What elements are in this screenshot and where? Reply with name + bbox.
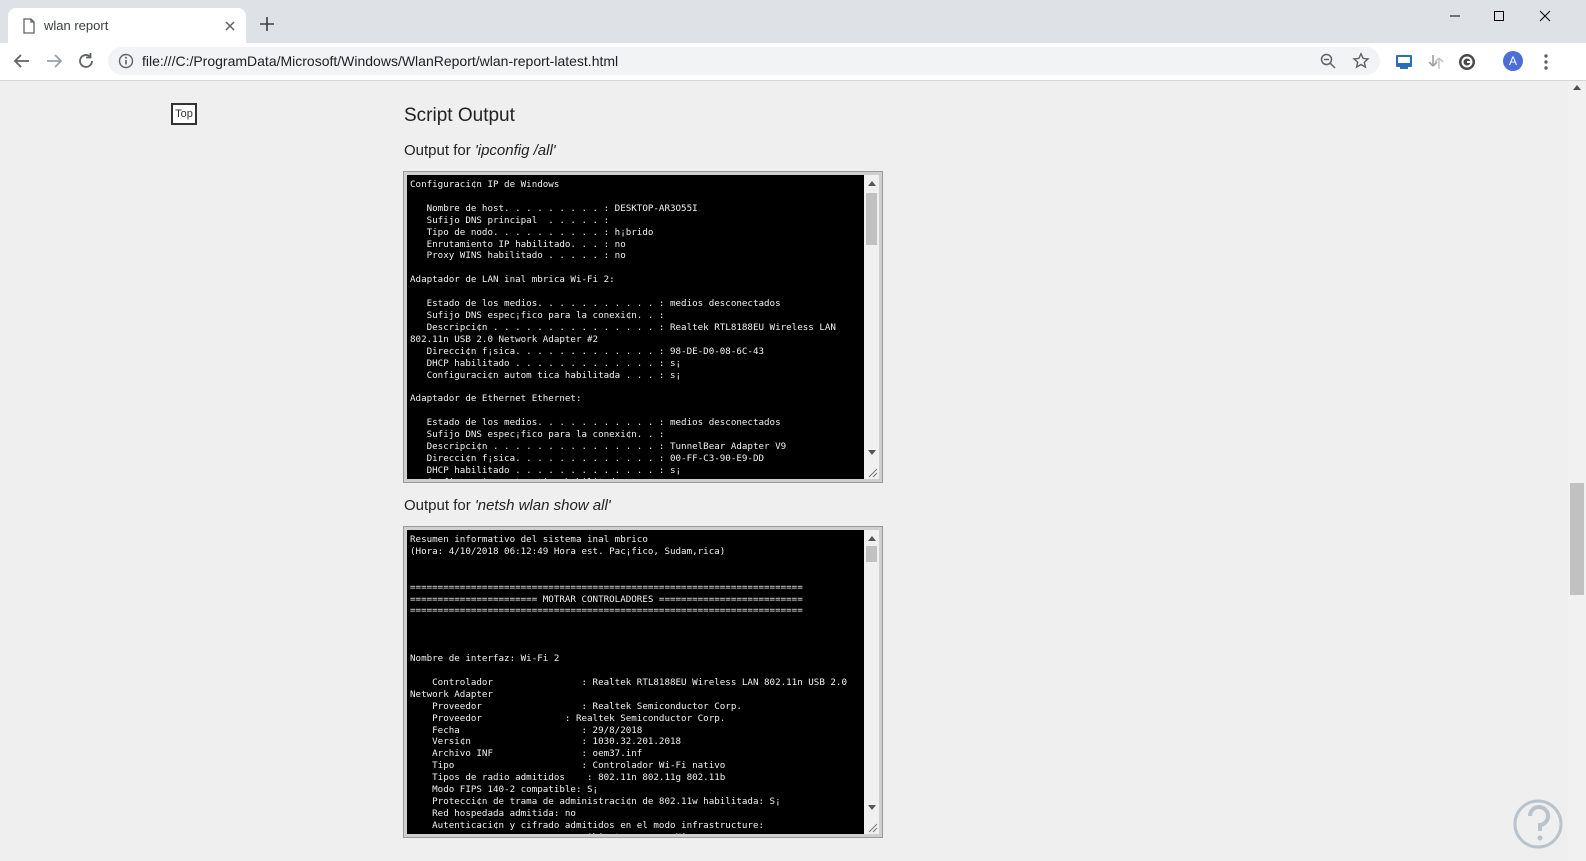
close-window-button[interactable] bbox=[1522, 0, 1568, 32]
tab-title: wlan report bbox=[44, 18, 109, 33]
tab-strip: wlan report bbox=[0, 0, 1586, 43]
caption-prefix: Output for bbox=[404, 497, 475, 514]
profile-avatar[interactable]: A bbox=[1503, 51, 1523, 71]
zoom-icon[interactable] bbox=[1319, 52, 1337, 70]
maximize-button[interactable] bbox=[1476, 0, 1522, 32]
logo-watermark-icon bbox=[1513, 799, 1563, 849]
ghostery-extension-icon[interactable] bbox=[1457, 52, 1477, 72]
star-icon[interactable] bbox=[1352, 52, 1370, 70]
page-content: Top Script Output Output for 'ipconfig /… bbox=[0, 81, 1568, 861]
ipconfig-output-text: Configuraci¢n IP de Windows Nombre de ho… bbox=[410, 179, 836, 479]
console-area: Configuraci¢n IP de Windows Nombre de ho… bbox=[407, 175, 879, 479]
close-tab-icon[interactable] bbox=[222, 18, 238, 34]
minimize-button[interactable] bbox=[1432, 0, 1478, 32]
ipconfig-output-box[interactable]: Configuraci¢n IP de Windows Nombre de ho… bbox=[403, 171, 883, 483]
caption-command: 'netsh wlan show all' bbox=[474, 497, 611, 514]
page-heading: Script Output bbox=[404, 105, 515, 126]
scroll-down-arrow-icon[interactable] bbox=[868, 450, 876, 455]
resize-grip-icon[interactable] bbox=[866, 821, 878, 833]
section-caption-ipconfig: Output for 'ipconfig /all' bbox=[404, 142, 556, 159]
caption-prefix: Output for bbox=[404, 142, 475, 159]
scroll-thumb[interactable] bbox=[866, 193, 877, 245]
back-arrow-icon[interactable] bbox=[12, 51, 32, 71]
new-tab-icon[interactable] bbox=[258, 15, 276, 33]
top-button[interactable]: Top bbox=[171, 103, 197, 125]
address-bar[interactable]: file:///C:/ProgramData/Microsoft/Windows… bbox=[108, 47, 1380, 75]
resize-grip-icon[interactable] bbox=[866, 466, 878, 478]
minimize-icon bbox=[1450, 15, 1460, 17]
scroll-up-arrow-icon[interactable] bbox=[868, 536, 876, 541]
document-icon bbox=[23, 18, 35, 34]
scroll-up-arrow-icon[interactable] bbox=[1573, 85, 1581, 90]
netsh-output-box[interactable]: Resumen informativo del sistema inal mbr… bbox=[403, 526, 883, 838]
scroll-thumb[interactable] bbox=[866, 546, 877, 562]
netsh-output-text: Resumen informativo del sistema inal mbr… bbox=[410, 534, 847, 834]
scroll-down-arrow-icon[interactable] bbox=[868, 805, 876, 810]
maximize-icon bbox=[1494, 11, 1504, 21]
cast-extension-icon[interactable] bbox=[1394, 52, 1414, 72]
console-scrollbar[interactable] bbox=[864, 530, 879, 834]
console-area: Resumen informativo del sistema inal mbr… bbox=[407, 530, 879, 834]
browser-toolbar: file:///C:/ProgramData/Microsoft/Windows… bbox=[0, 43, 1586, 81]
caption-command: 'ipconfig /all' bbox=[474, 142, 556, 159]
reload-icon[interactable] bbox=[76, 51, 96, 71]
console-scrollbar[interactable] bbox=[864, 175, 879, 479]
forward-arrow-icon[interactable] bbox=[44, 51, 64, 71]
menu-dots-icon[interactable] bbox=[1540, 52, 1552, 72]
info-icon[interactable] bbox=[118, 53, 134, 69]
page-scroll-thumb[interactable] bbox=[1570, 483, 1584, 595]
page-scrollbar[interactable] bbox=[1568, 81, 1586, 861]
download-extension-icon[interactable] bbox=[1426, 52, 1446, 72]
section-caption-netsh: Output for 'netsh wlan show all' bbox=[404, 497, 611, 514]
close-icon bbox=[1539, 10, 1551, 22]
url-text: file:///C:/ProgramData/Microsoft/Windows… bbox=[142, 53, 619, 69]
scroll-up-arrow-icon[interactable] bbox=[868, 181, 876, 186]
browser-tab[interactable]: wlan report bbox=[8, 8, 246, 43]
